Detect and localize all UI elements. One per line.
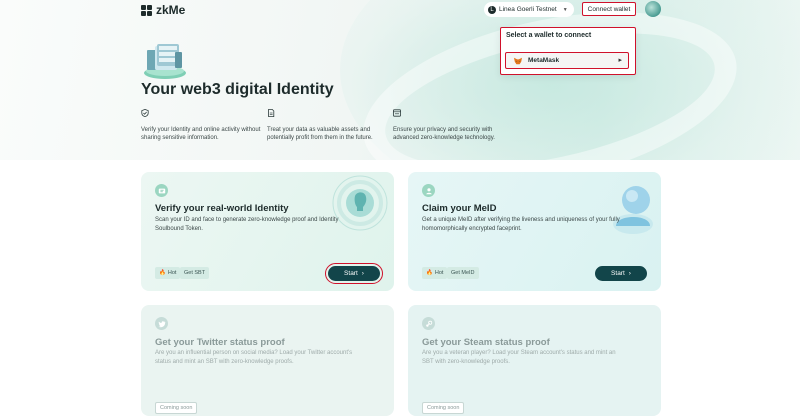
button-label: Start	[611, 270, 625, 277]
tag-label: Hot	[434, 270, 444, 276]
hot-tag: 🔥 Hot	[155, 267, 181, 279]
twitter-icon	[155, 317, 168, 330]
chevron-down-icon: ▼	[562, 6, 568, 13]
chevron-right-icon: ▸	[618, 57, 622, 64]
card-title: Claim your MeID	[422, 203, 497, 214]
feature-text: Ensure your privacy and security with ad…	[393, 127, 495, 141]
browser-window-icon	[393, 109, 401, 117]
feature-assets: Treat your data as valuable assets and p…	[267, 108, 387, 142]
feature-privacy: Verify your Identity and online activity…	[141, 108, 261, 142]
wallet-select-popup: Select a wallet to connect MetaMask ▸	[500, 27, 636, 75]
feature-text: Verify your Identity and online activity…	[141, 127, 261, 141]
id-card-icon	[155, 184, 168, 197]
card-description: Are you a veteran player? Load your Stea…	[422, 350, 616, 365]
card-description: Scan your ID and face to generate zero-k…	[155, 217, 339, 232]
card-description: Get a unique MeID after verifying the li…	[422, 217, 620, 232]
card-twitter-proof: Get your Twitter status proof Are you an…	[141, 305, 394, 416]
coming-soon-badge: Coming soon	[422, 402, 465, 414]
fire-icon: 🔥	[426, 270, 433, 276]
wallet-option-label: MetaMask	[528, 57, 560, 64]
card-verify-identity[interactable]: Verify your real-world Identity Scan you…	[141, 172, 394, 291]
network-selector[interactable]: L Linea Goerli Testnet ▼	[484, 2, 574, 17]
avatar[interactable]	[645, 1, 661, 17]
wallet-popup-title: Select a wallet to connect	[506, 32, 592, 39]
document-icon	[268, 109, 275, 117]
metamask-fox-icon	[514, 57, 522, 64]
user-icon	[422, 184, 435, 197]
get-sbt-tag: Get SBT	[180, 267, 210, 279]
connect-wallet-button[interactable]: Connect wallet	[582, 2, 636, 16]
button-label: Start	[344, 270, 358, 277]
get-meid-tag: Get MeID	[447, 267, 479, 279]
chevron-right-icon: ›	[361, 270, 364, 277]
chevron-right-icon: ›	[628, 270, 631, 277]
start-verify-button[interactable]: Start ›	[325, 263, 383, 284]
tag-label: Hot	[167, 270, 177, 276]
feature-security: Ensure your privacy and security with ad…	[393, 108, 513, 142]
zkme-logo-icon	[141, 4, 152, 16]
card-title: Verify your real-world Identity	[155, 203, 289, 214]
coming-soon-badge: Coming soon	[155, 402, 198, 414]
feature-text: Treat your data as valuable assets and p…	[267, 127, 373, 141]
linea-network-icon: L	[488, 5, 496, 14]
network-label: Linea Goerli Testnet	[499, 6, 557, 13]
hot-tag: 🔥 Hot	[422, 267, 448, 279]
card-steam-proof: Get your Steam status proof Are you a ve…	[408, 305, 661, 416]
card-description: Are you an influential person on social …	[155, 350, 353, 365]
logo[interactable]: zkMe	[141, 3, 185, 17]
card-title: Get your Twitter status proof	[155, 337, 285, 348]
steam-icon	[422, 317, 435, 330]
card-claim-meid[interactable]: Claim your MeID Get a unique MeID after …	[408, 172, 661, 291]
start-claim-button[interactable]: Start ›	[595, 266, 647, 281]
fire-icon: 🔥	[159, 270, 166, 276]
shield-check-icon	[141, 108, 149, 118]
card-title: Get your Steam status proof	[422, 337, 550, 348]
page-title: Your web3 digital Identity	[141, 81, 334, 98]
identity-device-illustration	[144, 44, 186, 79]
main-content	[0, 160, 800, 416]
wallet-option-metamask[interactable]: MetaMask ▸	[505, 52, 629, 69]
logo-text: zkMe	[156, 3, 186, 17]
top-bar: zkMe L Linea Goerli Testnet ▼ Connect wa…	[0, 0, 800, 20]
